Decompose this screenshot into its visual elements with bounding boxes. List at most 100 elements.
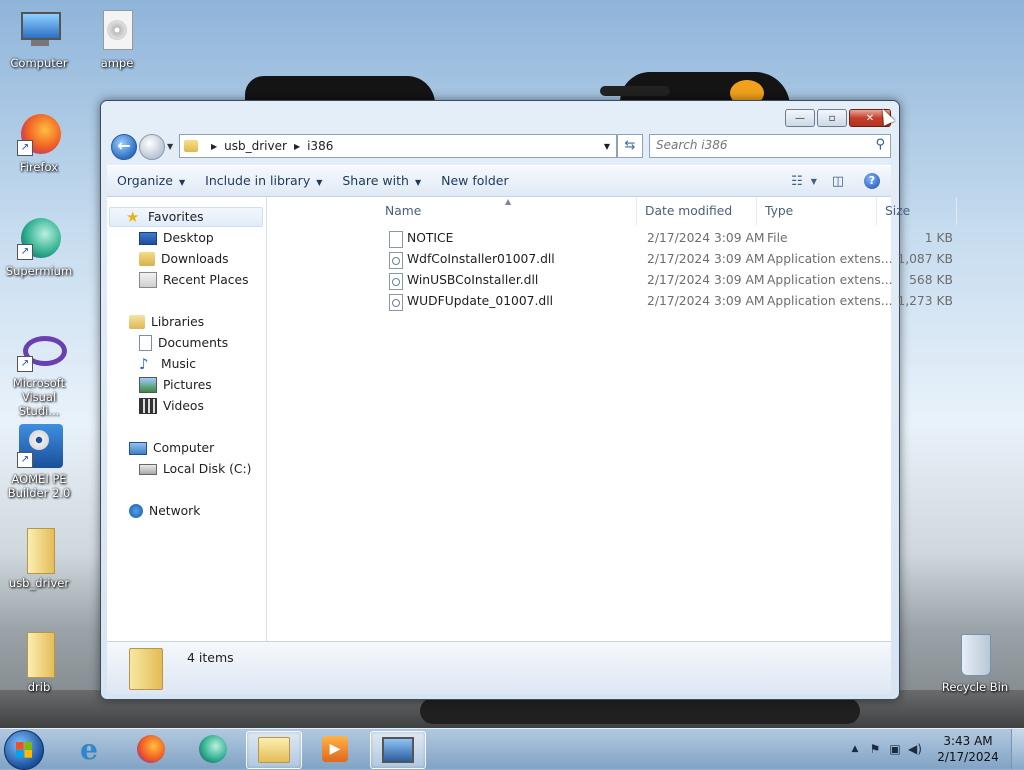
file-row[interactable]: NOTICE 2/17/2024 3:09 AM File 1 KB bbox=[267, 229, 953, 250]
organize-button[interactable]: Organize ▼ bbox=[107, 166, 195, 196]
address-bar[interactable]: ▶ usb_driver ▶ i386 ▼ bbox=[179, 134, 617, 158]
maximize-button[interactable]: ▫ bbox=[817, 109, 847, 127]
nav-item-downloads[interactable]: Downloads bbox=[139, 249, 229, 269]
desktop-icon-visual-studio[interactable]: ↗ Microsoft Visual Studi... bbox=[2, 328, 76, 418]
desktop-icon-drib[interactable]: drib bbox=[2, 632, 76, 694]
minimize-button[interactable]: — bbox=[785, 109, 815, 127]
music-note-icon: ♪ bbox=[139, 355, 149, 373]
clock[interactable]: 3:43 AM 2/17/2024 bbox=[925, 733, 1011, 765]
search-icon[interactable]: ⚲ bbox=[875, 137, 885, 152]
file-name: WUDFUpdate_01007.dll bbox=[407, 294, 554, 308]
taskbar-file-explorer[interactable] bbox=[246, 731, 302, 769]
desktop-icon-computer[interactable]: Computer bbox=[2, 8, 76, 70]
file-row[interactable]: WUDFUpdate_01007.dll 2/17/2024 3:09 AM A… bbox=[267, 292, 953, 313]
file-list[interactable]: Name ▲ Date modified Type Size NOTICE 2/… bbox=[267, 197, 957, 641]
file-size: 1,087 KB bbox=[897, 252, 953, 266]
breadcrumb-usb-driver[interactable]: usb_driver bbox=[224, 139, 287, 153]
nav-item-documents[interactable]: Documents bbox=[139, 333, 228, 353]
help-button[interactable]: ? bbox=[861, 170, 883, 192]
back-button[interactable]: ← bbox=[111, 134, 137, 160]
recent-pages-dropdown-icon[interactable]: ▼ bbox=[167, 142, 173, 151]
file-date: 2/17/2024 3:09 AM bbox=[647, 273, 765, 287]
desktop-icon-label: drib bbox=[27, 680, 51, 694]
nav-item-favorites[interactable]: ★ Favorites bbox=[109, 207, 263, 227]
organize-label: Organize bbox=[117, 173, 173, 188]
preview-pane-icon: ◫ bbox=[831, 173, 845, 189]
column-header-type[interactable]: Type bbox=[757, 197, 877, 225]
file-size: 568 KB bbox=[909, 273, 953, 287]
nav-item-pictures[interactable]: Pictures bbox=[139, 375, 212, 395]
recycle-bin-icon bbox=[953, 632, 997, 676]
desktop-icon-firefox[interactable]: ↗ Firefox bbox=[2, 112, 76, 174]
desktop-icon-label: ampe bbox=[100, 56, 134, 70]
explorer-window[interactable]: — ▫ ✕ ← ▼ ▶ usb_driver ▶ i386 ▼ ⇆ ⚲ Orga… bbox=[100, 100, 957, 700]
action-center-flag-icon[interactable]: ⚑ bbox=[865, 739, 885, 759]
file-type: File bbox=[767, 231, 788, 245]
file-type: Application extens... bbox=[767, 252, 893, 266]
file-row[interactable]: WdfCoInstaller01007.dll 2/17/2024 3:09 A… bbox=[267, 250, 953, 271]
folder-icon bbox=[129, 648, 163, 690]
new-folder-button[interactable]: New folder bbox=[431, 166, 519, 196]
nav-label: Downloads bbox=[161, 252, 229, 266]
new-folder-label: New folder bbox=[441, 173, 509, 188]
taskbar-firefox[interactable] bbox=[124, 731, 178, 767]
navigation-pane[interactable]: ★ Favorites Desktop Downloads Recent Plac… bbox=[107, 197, 267, 641]
breadcrumb-chevron-icon[interactable]: ▶ bbox=[211, 142, 217, 151]
nav-item-network[interactable]: Network bbox=[129, 501, 200, 521]
nav-item-music[interactable]: ♪ Music bbox=[139, 354, 196, 374]
desktop-icon-label: Computer bbox=[10, 56, 68, 70]
nav-label: Libraries bbox=[151, 315, 205, 329]
desktop-icon-recycle-bin[interactable]: Recycle Bin bbox=[938, 632, 1012, 694]
desktop-icon-supermium[interactable]: ↗ Supermium bbox=[2, 216, 76, 278]
media-player-icon: ▶ bbox=[322, 736, 348, 762]
breadcrumb-chevron-icon[interactable]: ▶ bbox=[294, 142, 300, 151]
forward-button[interactable] bbox=[139, 134, 165, 160]
search-box[interactable]: ⚲ bbox=[649, 134, 891, 158]
file-size: 1 KB bbox=[924, 231, 953, 245]
share-with-button[interactable]: Share with ▼ bbox=[332, 166, 431, 196]
include-in-library-label: Include in library bbox=[205, 173, 311, 188]
view-options-button[interactable]: ☷ ▼ bbox=[791, 170, 817, 192]
chevron-down-icon: ▼ bbox=[179, 178, 186, 187]
column-header-size[interactable]: Size bbox=[877, 197, 957, 225]
taskbar-internet-explorer[interactable]: e bbox=[62, 731, 116, 767]
desktop-icon-ampe[interactable]: ampe bbox=[80, 8, 154, 70]
nav-label: Videos bbox=[163, 399, 204, 413]
disc-image-file-icon bbox=[95, 8, 139, 52]
file-name: NOTICE bbox=[407, 231, 454, 245]
desktop-icon-aomei[interactable]: ↗ AOMEI PE Builder 2.0 bbox=[2, 424, 76, 500]
taskbar-supermium[interactable] bbox=[186, 731, 240, 767]
nav-item-local-disk[interactable]: Local Disk (C:) bbox=[139, 459, 251, 479]
film-strip-icon bbox=[139, 398, 157, 414]
file-row[interactable]: WinUSBCoInstaller.dll 2/17/2024 3:09 AM … bbox=[267, 271, 953, 292]
nav-item-libraries[interactable]: Libraries bbox=[129, 312, 204, 332]
nav-label: Documents bbox=[158, 336, 229, 350]
network-status-icon[interactable]: ▣ bbox=[885, 739, 905, 759]
nav-item-videos[interactable]: Videos bbox=[139, 396, 204, 416]
downloads-folder-icon bbox=[139, 252, 155, 266]
column-header-date-modified[interactable]: Date modified bbox=[637, 197, 757, 225]
show-desktop-button[interactable] bbox=[1011, 729, 1024, 769]
nav-item-desktop[interactable]: Desktop bbox=[139, 228, 214, 248]
refresh-button[interactable]: ⇆ bbox=[617, 134, 643, 158]
supermium-icon bbox=[199, 735, 227, 763]
dll-file-icon bbox=[389, 252, 403, 269]
taskbar-media-player[interactable]: ▶ bbox=[308, 731, 362, 767]
include-in-library-button[interactable]: Include in library ▼ bbox=[195, 166, 332, 196]
desktop-icon-usb-driver[interactable]: usb_driver bbox=[2, 528, 76, 590]
address-dropdown-icon[interactable]: ▼ bbox=[604, 142, 610, 151]
window-controls: — ▫ ✕ bbox=[785, 109, 891, 127]
search-input[interactable] bbox=[650, 135, 862, 155]
preview-pane-button[interactable]: ◫ bbox=[827, 170, 849, 192]
nav-item-computer[interactable]: Computer bbox=[129, 438, 214, 458]
clock-date: 2/17/2024 bbox=[937, 750, 999, 764]
file-name: WdfCoInstaller01007.dll bbox=[407, 252, 555, 266]
folder-icon bbox=[184, 140, 198, 152]
start-button[interactable] bbox=[4, 730, 44, 770]
breadcrumb-i386[interactable]: i386 bbox=[307, 139, 333, 153]
nav-label: Favorites bbox=[148, 210, 204, 224]
show-hidden-icons-button[interactable]: ▲ bbox=[845, 739, 865, 759]
taskbar-network-computer[interactable] bbox=[370, 731, 426, 769]
nav-item-recent-places[interactable]: Recent Places bbox=[139, 270, 249, 290]
volume-icon[interactable]: ◀) bbox=[905, 739, 925, 759]
